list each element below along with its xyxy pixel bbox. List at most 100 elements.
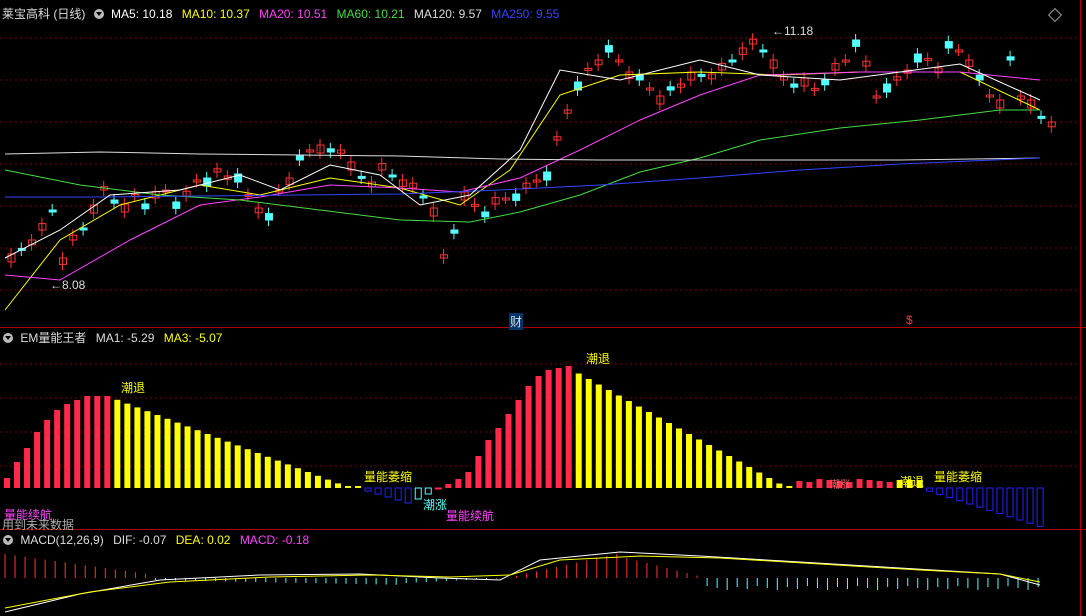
em-bar	[786, 486, 793, 488]
dif-line	[4, 551, 1041, 613]
em-bar	[174, 422, 181, 488]
em-bar	[234, 445, 241, 488]
em-bar	[54, 410, 61, 488]
em-bar	[696, 439, 703, 488]
em-bar	[124, 403, 131, 488]
chaotui-label-3: 潮退	[900, 475, 925, 489]
em-bar	[936, 487, 944, 495]
candle-body	[79, 227, 88, 231]
macd-chart[interactable]	[0, 530, 1086, 616]
em-bar	[34, 432, 41, 488]
em-bar	[355, 486, 362, 488]
em-bar	[976, 487, 984, 508]
em-bar	[966, 487, 974, 505]
em-bar	[14, 462, 21, 488]
candle-body	[604, 45, 613, 53]
candle-body	[852, 39, 861, 47]
em-bar	[756, 472, 763, 488]
macd-panel[interactable]: MACD(12,26,9) DIF: -0.07 DEA: 0.02 MACD:…	[0, 530, 1086, 616]
em-bar	[144, 411, 151, 488]
liangneng-xuhang-label-2: 量能续航	[446, 509, 495, 523]
kline-panel[interactable]: 莱宝高科 (日线) MA5: 10.18 MA10: 10.37 MA20: 1…	[0, 0, 1086, 330]
em-bar	[766, 478, 773, 488]
em-bar	[314, 475, 321, 488]
candle-body	[944, 41, 953, 49]
em-bar	[736, 461, 743, 488]
em-bar	[1006, 487, 1014, 518]
candle-body	[203, 177, 212, 187]
em-bar	[625, 401, 632, 488]
em-bar	[706, 445, 713, 488]
em-bar	[796, 481, 803, 488]
candle-body	[697, 73, 706, 77]
em-bar	[64, 404, 71, 488]
em-bar	[414, 487, 422, 500]
em-bar	[635, 406, 642, 488]
em-bar	[44, 420, 51, 488]
ma120-line	[4, 151, 1041, 161]
em-bar	[465, 472, 472, 488]
em-bar	[204, 434, 211, 488]
em-bar	[946, 487, 954, 499]
em-bar	[184, 426, 191, 488]
candle-body	[543, 171, 552, 181]
em-chart[interactable]	[0, 328, 1086, 530]
em-bar	[1026, 487, 1034, 524]
em-bar	[926, 487, 934, 492]
ma20-line	[4, 71, 1041, 281]
em-bar	[164, 418, 171, 488]
liangneng-weisuo-label-2: 量能萎缩	[934, 470, 983, 484]
em-bar	[996, 487, 1004, 515]
chaotui-label-1: 潮退	[121, 381, 146, 395]
candle-body	[419, 195, 428, 199]
chaozhang-label-2: 潮涨	[830, 480, 850, 491]
candle-body	[48, 209, 57, 213]
dea-line	[4, 555, 1041, 609]
em-bar	[716, 450, 723, 488]
em-bar	[1036, 487, 1044, 527]
em-bar	[434, 487, 442, 490]
em-bar	[284, 464, 291, 488]
em-bar	[585, 379, 592, 488]
em-bar	[94, 396, 101, 488]
em-bar	[645, 412, 652, 488]
em-bar	[856, 479, 863, 488]
candle-body	[1006, 56, 1015, 61]
kline-chart[interactable]	[0, 0, 1086, 328]
em-bar	[214, 437, 221, 488]
candle-body	[759, 49, 768, 53]
candle-body	[388, 174, 397, 178]
em-bar	[404, 487, 412, 504]
em-bar	[565, 366, 572, 488]
em-bar	[525, 386, 532, 488]
candle-body	[512, 193, 521, 201]
em-bar	[394, 487, 402, 501]
em-panel[interactable]: EM量能王者 MA1: -5.29 MA3: -5.07 潮退 潮退 潮退 量能…	[0, 328, 1086, 532]
em-bar	[595, 384, 602, 488]
em-bar	[244, 449, 251, 488]
em-bar	[345, 486, 352, 488]
em-bar	[726, 456, 733, 488]
em-bar	[334, 483, 341, 488]
em-bar	[374, 487, 382, 495]
em-bar	[806, 482, 813, 488]
candle-body	[883, 83, 891, 93]
dividend-marker[interactable]: $	[906, 313, 913, 327]
em-bar	[74, 400, 81, 488]
em-bar	[485, 440, 492, 488]
candle-body	[975, 74, 984, 81]
candle-body	[790, 83, 799, 88]
em-bar	[384, 487, 392, 498]
candle-body	[913, 53, 922, 63]
em-bar	[495, 428, 502, 488]
em-bar	[686, 434, 693, 488]
candle-body	[666, 86, 675, 91]
candle-body	[481, 211, 490, 218]
em-bar	[545, 370, 552, 488]
em-bar	[24, 448, 31, 488]
em-bar	[424, 487, 432, 495]
em-bar	[615, 395, 622, 488]
em-bar	[154, 415, 161, 488]
candle-body	[326, 148, 335, 153]
em-bar	[535, 376, 542, 488]
